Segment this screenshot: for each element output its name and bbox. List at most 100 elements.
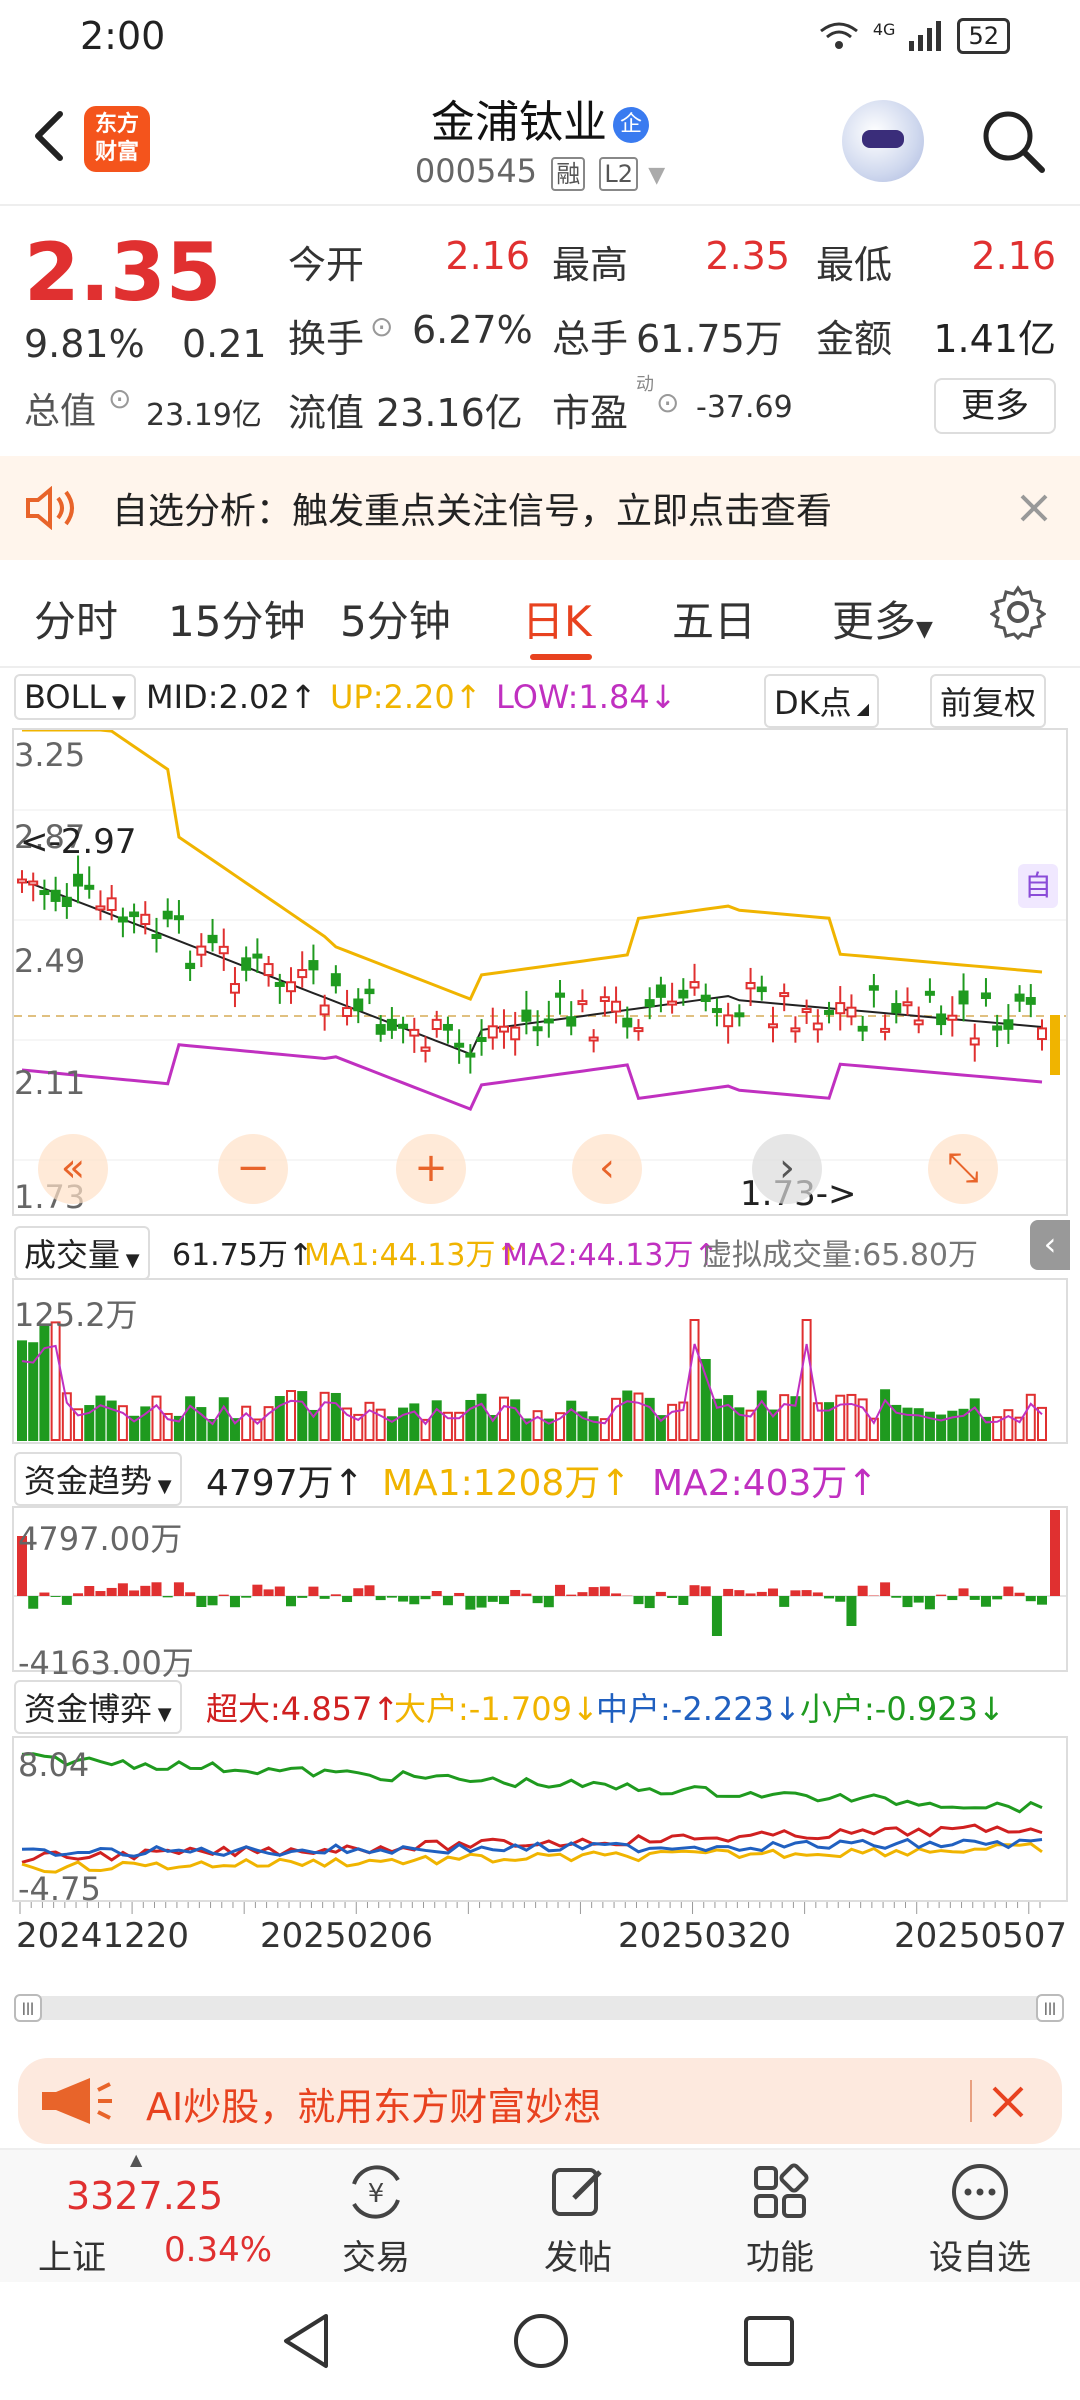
fullscreen-icon[interactable]: ⤡ xyxy=(928,1134,998,1204)
kline-chart[interactable] xyxy=(12,728,1068,1216)
settings-gear-icon[interactable] xyxy=(990,584,1046,640)
zoom-out-icon[interactable]: − xyxy=(218,1134,288,1204)
candle-body xyxy=(185,962,196,970)
fund-bar xyxy=(947,1596,958,1601)
more-quote-button[interactable]: 更多 xyxy=(934,378,1056,434)
close-icon[interactable] xyxy=(990,2084,1026,2120)
candle-body xyxy=(330,973,341,987)
candle-body xyxy=(117,916,128,923)
candle-body xyxy=(409,1028,420,1037)
nav-trade[interactable]: 交易 xyxy=(316,2230,436,2279)
scroll-right-icon[interactable]: › xyxy=(752,1134,822,1204)
fund-bar xyxy=(835,1596,846,1602)
functions-grid-icon[interactable] xyxy=(748,2160,812,2224)
dropdown-arrow-icon: ▼ xyxy=(120,1250,140,1271)
fund-bar xyxy=(386,1596,397,1598)
fund-bar xyxy=(588,1587,599,1596)
zoom-in-icon[interactable]: + xyxy=(396,1134,466,1204)
scroll-handle-right[interactable]: ||| xyxy=(1036,1994,1064,2022)
fund-bar xyxy=(745,1593,756,1596)
fund-game-selector[interactable]: 资金博弈 ▼ xyxy=(14,1680,182,1734)
candle-body xyxy=(386,1018,397,1031)
date-label: 20241220 xyxy=(16,1916,190,1956)
fund-bar xyxy=(263,1589,274,1596)
fund-bar xyxy=(812,1592,823,1596)
dk-point-button[interactable]: DK点 ◢ xyxy=(764,674,880,728)
self-select-badge[interactable]: 自 xyxy=(1018,864,1058,908)
fund-bar xyxy=(207,1596,218,1606)
ai-promo-banner[interactable]: AI炒股，就用东方财富妙想 xyxy=(18,2058,1062,2144)
float-label: 流值 xyxy=(288,391,365,435)
analysis-banner[interactable]: 自选分析：触发重点关注信号，立即点击查看 xyxy=(0,456,1080,560)
candle-body xyxy=(980,992,991,1000)
svg-text:¥: ¥ xyxy=(368,2179,385,2209)
stock-code: 000545 xyxy=(414,152,538,190)
system-back-icon[interactable] xyxy=(280,2312,334,2370)
nav-post[interactable]: 发帖 xyxy=(518,2230,638,2279)
candle-body xyxy=(17,878,27,884)
volume-max-label: 125.2万 xyxy=(14,1296,138,1334)
tab-15min[interactable]: 15分钟 xyxy=(168,588,305,649)
system-nav-bar xyxy=(0,2282,1080,2400)
fund-trend-selector[interactable]: 资金趋势 ▼ xyxy=(14,1452,182,1506)
candle-body xyxy=(140,913,151,926)
chart-scrollbar[interactable]: ||| ||| xyxy=(14,1994,1064,2022)
info-icon[interactable]: ⊙ xyxy=(108,382,131,415)
volume-selector[interactable]: 成交量 ▼ xyxy=(14,1226,150,1280)
tab-daily-k[interactable]: 日K xyxy=(522,588,592,649)
scroll-left-fast-icon[interactable]: « xyxy=(38,1134,108,1204)
mktcap-value: 23.19亿 xyxy=(146,398,262,433)
fund-game-svg xyxy=(21,1752,1043,1874)
tab-intraday[interactable]: 分时 xyxy=(34,588,118,649)
candle-body xyxy=(936,1013,947,1026)
fund-bar xyxy=(487,1596,498,1602)
close-icon[interactable] xyxy=(1018,492,1050,524)
volume-bar xyxy=(498,1396,509,1441)
nav-add-watchlist[interactable]: 设自选 xyxy=(920,2230,1040,2279)
candle-body xyxy=(364,988,375,995)
fund-bar xyxy=(274,1586,285,1596)
price-adjust-button[interactable]: 前复权 xyxy=(930,674,1047,728)
fund-bar xyxy=(532,1596,543,1604)
volume-bar xyxy=(218,1397,229,1441)
candle-body xyxy=(521,1009,532,1022)
post-icon[interactable] xyxy=(546,2160,610,2224)
expand-up-icon[interactable]: ▲ xyxy=(130,2150,142,2169)
collapse-panel-icon[interactable]: ‹ xyxy=(1030,1220,1070,1270)
assistant-avatar[interactable] xyxy=(842,100,924,182)
system-home-icon[interactable] xyxy=(512,2312,570,2370)
info-icon[interactable]: ⊙ xyxy=(370,310,393,343)
volume-bar xyxy=(723,1395,734,1441)
scroll-handle-left[interactable]: ||| xyxy=(14,1994,42,2022)
fund-bar xyxy=(700,1586,711,1596)
info-icon[interactable]: ⊙ xyxy=(656,386,679,419)
kline-svg xyxy=(14,730,1066,1161)
fund-bar xyxy=(173,1582,184,1596)
fund-bar xyxy=(667,1596,678,1598)
candle-body xyxy=(39,890,50,896)
boll-selector[interactable]: BOLL ▼ xyxy=(14,674,136,720)
fund-trend-max-label: 4797.00万 xyxy=(18,1520,183,1558)
tab-five-day[interactable]: 五日 xyxy=(672,588,756,649)
candle-body xyxy=(655,984,666,998)
tab-5min[interactable]: 5分钟 xyxy=(340,588,451,649)
add-watchlist-icon[interactable] xyxy=(948,2160,1012,2224)
fund-bar xyxy=(431,1591,442,1596)
volume-bar xyxy=(532,1410,543,1441)
status-icons: 4G 52 xyxy=(819,18,1010,54)
trade-icon[interactable]: ¥ xyxy=(344,2160,408,2224)
search-icon[interactable] xyxy=(976,104,1048,176)
date-label: 20250320 xyxy=(618,1916,792,1956)
volume-svg xyxy=(17,1319,1047,1442)
fund-bar xyxy=(330,1594,341,1596)
system-recents-icon[interactable] xyxy=(742,2314,796,2368)
volume-bar xyxy=(476,1393,487,1442)
candle-body xyxy=(319,1004,330,1016)
fund-bar xyxy=(353,1588,364,1596)
ai-promo-text: AI炒股，就用东方财富妙想 xyxy=(146,2085,602,2129)
index-value[interactable]: 3327.25 xyxy=(66,2174,223,2218)
nav-functions[interactable]: 功能 xyxy=(720,2230,840,2279)
tab-more[interactable]: 更多▼ xyxy=(832,588,933,649)
scroll-left-icon[interactable]: ‹ xyxy=(572,1134,642,1204)
volume-bar xyxy=(880,1389,891,1441)
